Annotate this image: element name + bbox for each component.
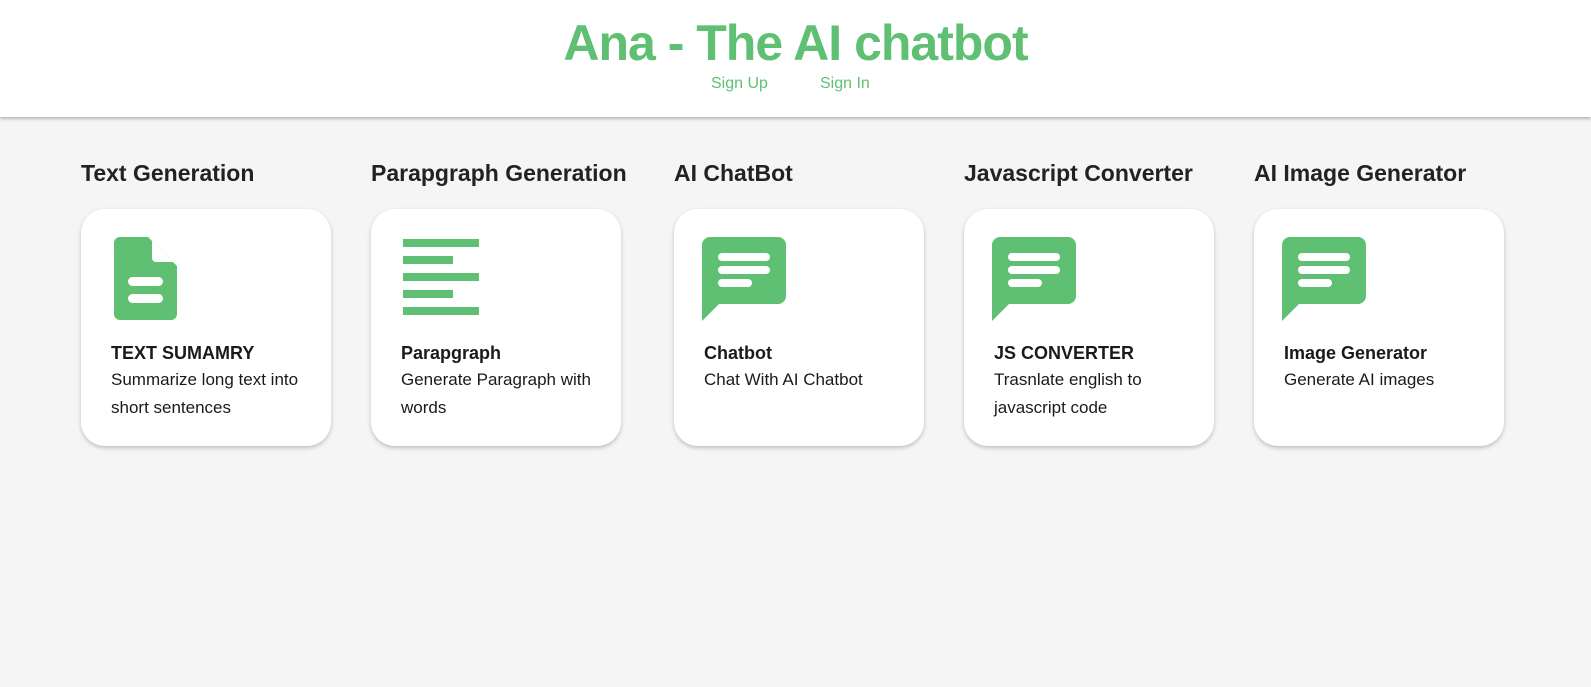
tool-heading: Parapgraph Generation (371, 160, 627, 186)
document-icon (109, 237, 199, 327)
paragraph-lines-icon (399, 237, 489, 327)
text-summary-card[interactable]: TEXT SUMAMRY Summarize long text into sh… (81, 209, 331, 446)
chatbot-card[interactable]: Chatbot Chat With AI Chatbot (674, 209, 924, 446)
chat-bubble-icon (992, 237, 1082, 327)
card-description: Chat With AI Chatbot (704, 370, 863, 389)
paragraph-card[interactable]: Parapgraph Generate Paragraph with words (371, 209, 621, 446)
app-title: Ana - The AI chatbot (563, 15, 1028, 71)
sign-up-link[interactable]: Sign Up (711, 74, 768, 94)
chat-bubble-icon (702, 237, 792, 327)
card-title: Chatbot (704, 343, 772, 363)
card-title: JS CONVERTER (994, 343, 1135, 363)
card-title: Parapgraph (401, 343, 502, 363)
chat-bubble-icon (1282, 237, 1372, 327)
tool-heading: Javascript Converter (964, 160, 1193, 186)
tool-heading: AI Image Generator (1254, 160, 1467, 186)
card-description: Generate AI images (1284, 370, 1435, 389)
site-header: Ana - The AI chatbot Sign Up Sign In (0, 0, 1591, 117)
card-description: Summarize long text into short sentences (111, 370, 299, 417)
tool-heading: Text Generation (81, 160, 255, 186)
card-description: Trasnlate english to javascript code (994, 370, 1142, 417)
image-generator-card[interactable]: Image Generator Generate AI images (1254, 209, 1504, 446)
card-title: Image Generator (1284, 343, 1428, 363)
js-converter-card[interactable]: JS CONVERTER Trasnlate english to javasc… (964, 209, 1214, 446)
card-title: TEXT SUMAMRY (111, 343, 255, 363)
tool-heading: AI ChatBot (674, 160, 793, 186)
sign-in-link[interactable]: Sign In (820, 74, 870, 94)
card-description: Generate Paragraph with words (401, 370, 591, 417)
